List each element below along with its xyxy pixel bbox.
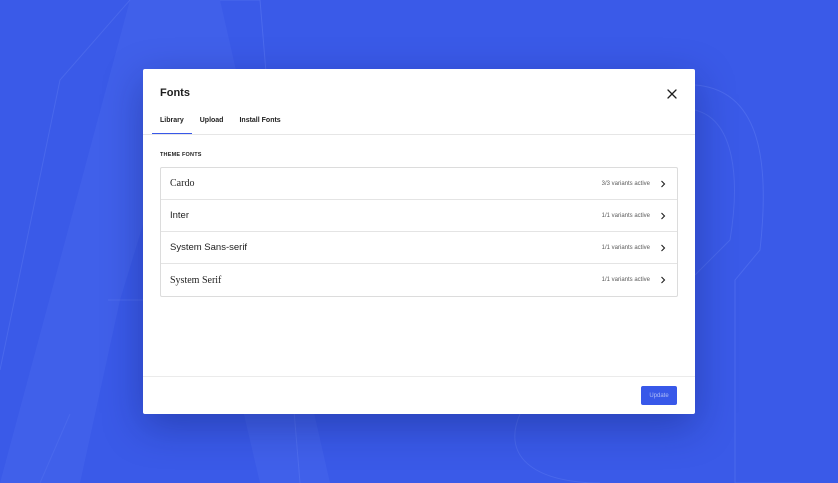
fonts-modal: Fonts Library Upload Install Fonts THEME…: [143, 69, 695, 414]
font-name: Cardo: [170, 178, 195, 189]
close-icon: [667, 89, 677, 99]
variants-count: 1/1 variants active: [601, 277, 650, 283]
chevron-right-icon: [661, 212, 666, 219]
variants-count: 1/1 variants active: [601, 244, 650, 251]
tabs-divider: [143, 134, 695, 135]
font-row-system-sans-serif[interactable]: System Sans-serif 1/1 variants active: [161, 232, 677, 264]
update-button[interactable]: Update: [641, 386, 677, 405]
font-row-inter[interactable]: Inter 1/1 variants active: [161, 200, 677, 232]
close-button[interactable]: [663, 85, 681, 103]
chevron-right-icon: [661, 244, 666, 251]
chevron-right-icon: [661, 276, 666, 284]
footer-divider: [143, 376, 695, 377]
font-row-system-serif[interactable]: System Serif 1/1 variants active: [161, 264, 677, 296]
tab-install-fonts[interactable]: Install Fonts: [231, 112, 288, 134]
tab-upload[interactable]: Upload: [192, 112, 232, 134]
font-name: Inter: [170, 210, 190, 221]
variants-count: 3/3 variants active: [601, 180, 650, 187]
font-row-cardo[interactable]: Cardo 3/3 variants active: [161, 168, 677, 200]
font-name: System Sans-serif: [170, 242, 248, 253]
variants-count: 1/1 variants active: [601, 212, 650, 219]
tab-library[interactable]: Library: [152, 112, 192, 134]
font-name: System Serif: [170, 274, 222, 286]
section-heading: THEME FONTS: [160, 152, 202, 158]
tab-list: Library Upload Install Fonts: [152, 112, 289, 134]
chevron-right-icon: [661, 180, 666, 187]
font-list: Cardo 3/3 variants active Inter 1/1 vari…: [160, 167, 678, 297]
modal-title: Fonts: [160, 87, 190, 99]
